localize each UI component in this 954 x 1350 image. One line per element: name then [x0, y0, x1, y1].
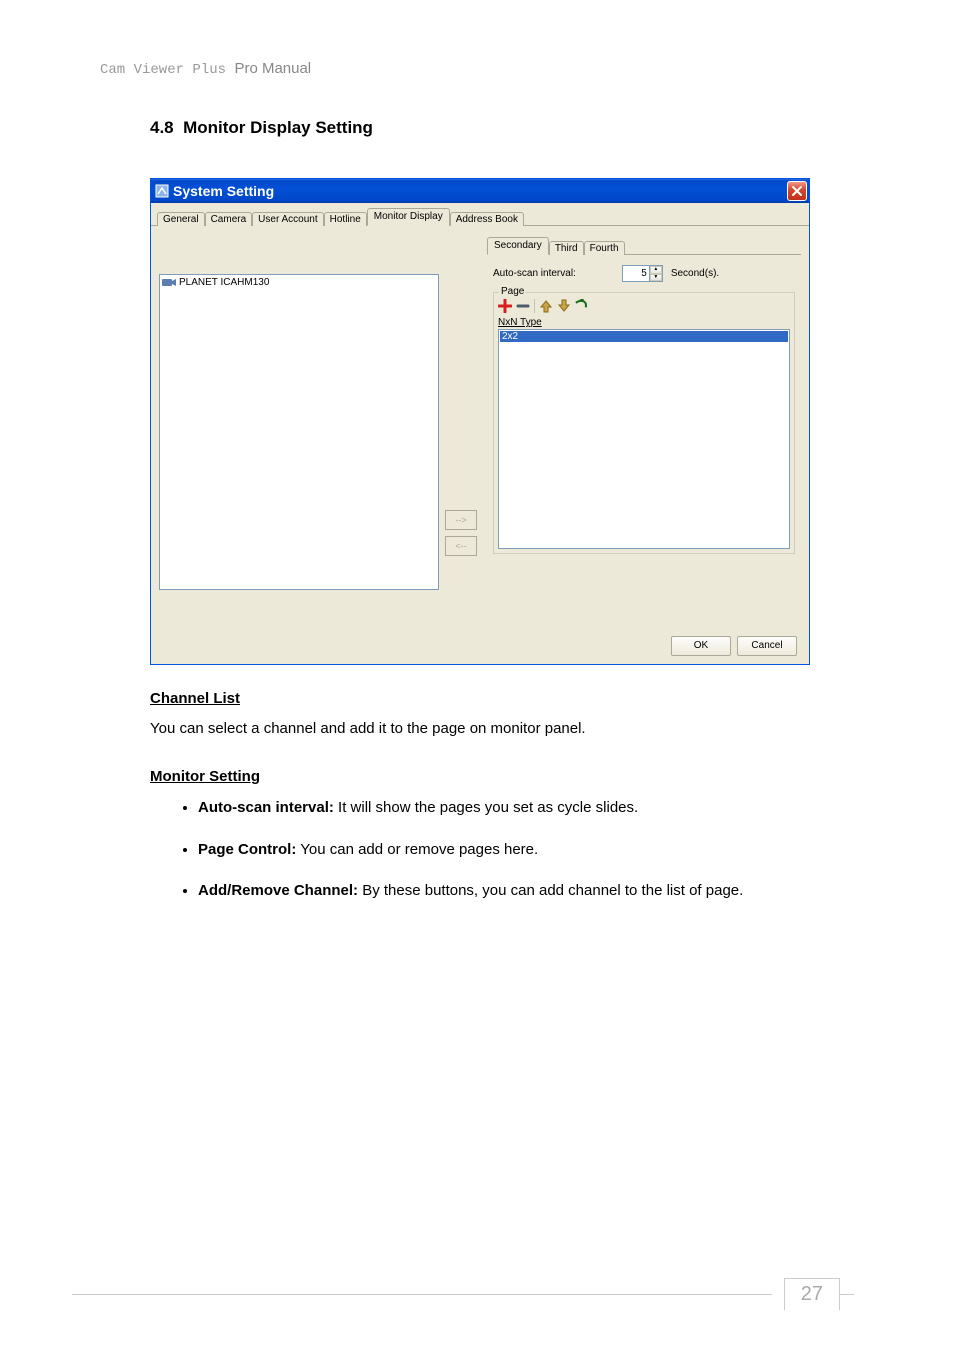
dialog-footer: OK Cancel	[155, 630, 805, 664]
bullet-bold: Auto-scan interval:	[198, 799, 334, 816]
channel-list-para: You can select a channel and add it to t…	[150, 717, 810, 741]
tab-fourth[interactable]: Fourth	[584, 241, 625, 255]
outer-tabs: General Camera User Account Hotline Moni…	[151, 203, 809, 226]
move-up-icon[interactable]	[539, 299, 553, 313]
close-button[interactable]	[787, 181, 807, 201]
left-panel: PLANET ICAHM130 --> <--	[159, 236, 439, 618]
remove-channel-button[interactable]: <--	[445, 536, 477, 556]
autoscan-input[interactable]	[623, 266, 649, 281]
nxn-selected[interactable]: 2x2	[500, 331, 788, 342]
spinner-down-icon[interactable]: ▼	[650, 274, 662, 282]
inner-tabs: Secondary Third Fourth	[487, 236, 801, 255]
list-item: Page Control: You can add or remove page…	[198, 837, 810, 863]
header-suffix: Pro Manual	[234, 60, 311, 77]
cancel-button[interactable]: Cancel	[737, 636, 797, 656]
footer-line	[72, 1294, 772, 1295]
remove-page-icon[interactable]	[516, 299, 530, 313]
app-icon	[155, 184, 169, 198]
tab-user-account[interactable]: User Account	[252, 212, 323, 226]
autoscan-unit: Second(s).	[671, 268, 719, 279]
titlebar: System Setting	[151, 179, 809, 203]
bullet-list: Auto-scan interval: It will show the pag…	[150, 795, 810, 904]
bullet-text: You can add or remove pages here.	[296, 841, 538, 858]
channel-tree[interactable]: PLANET ICAHM130	[159, 274, 439, 590]
refresh-icon[interactable]	[575, 299, 589, 313]
nxn-label: NxN Type	[498, 317, 790, 328]
channel-label: PLANET ICAHM130	[179, 277, 269, 288]
autoscan-spinner[interactable]: ▲ ▼	[622, 265, 663, 282]
header-prefix: Cam Viewer Plus	[100, 62, 226, 78]
list-item[interactable]: PLANET ICAHM130	[162, 277, 436, 288]
list-item: Auto-scan interval: It will show the pag…	[198, 795, 810, 821]
nxn-list[interactable]: 2x2	[498, 329, 790, 549]
tab-monitor-display[interactable]: Monitor Display	[367, 208, 450, 226]
tab-hotline[interactable]: Hotline	[324, 212, 367, 226]
titlebar-text: System Setting	[173, 183, 274, 199]
section-heading: 4.8 Monitor Display Setting	[150, 118, 854, 138]
autoscan-label: Auto-scan interval:	[493, 268, 576, 279]
list-item: Add/Remove Channel: By these buttons, yo…	[198, 878, 810, 904]
camera-icon	[162, 277, 176, 288]
system-setting-dialog: System Setting General Camera User Accou…	[150, 178, 810, 665]
right-panel: Secondary Third Fourth Auto-scan interva…	[447, 236, 801, 618]
doc-header: Cam Viewer Plus Pro Manual	[100, 60, 854, 78]
tab-third[interactable]: Third	[549, 241, 584, 255]
tab-secondary[interactable]: Secondary	[487, 237, 549, 255]
page-number: 27	[784, 1278, 840, 1310]
monitor-setting-heading: Monitor Setting	[150, 765, 810, 789]
ok-button[interactable]: OK	[671, 636, 731, 656]
spinner-up-icon[interactable]: ▲	[650, 266, 662, 274]
tab-camera[interactable]: Camera	[205, 212, 253, 226]
bullet-text: It will show the pages you set as cycle …	[334, 799, 638, 816]
tab-general[interactable]: General	[157, 212, 205, 226]
bullet-text: By these buttons, you can add channel to…	[358, 882, 743, 899]
page-fieldset: Page NxN Type 2x2	[493, 292, 795, 554]
bullet-bold: Page Control:	[198, 841, 296, 858]
section-number: 4.8	[150, 118, 174, 137]
footer-line	[840, 1294, 854, 1295]
tab-address-book[interactable]: Address Book	[450, 212, 524, 226]
page-number-area: 27	[72, 1278, 854, 1310]
add-channel-button[interactable]: -->	[445, 510, 477, 530]
page-legend: Page	[499, 286, 526, 297]
channel-list-heading: Channel List	[150, 687, 810, 711]
separator-icon	[534, 299, 535, 313]
move-down-icon[interactable]	[557, 299, 571, 313]
add-page-icon[interactable]	[498, 299, 512, 313]
section-title: Monitor Display Setting	[183, 118, 373, 137]
bullet-bold: Add/Remove Channel:	[198, 882, 358, 899]
close-icon	[791, 185, 803, 197]
